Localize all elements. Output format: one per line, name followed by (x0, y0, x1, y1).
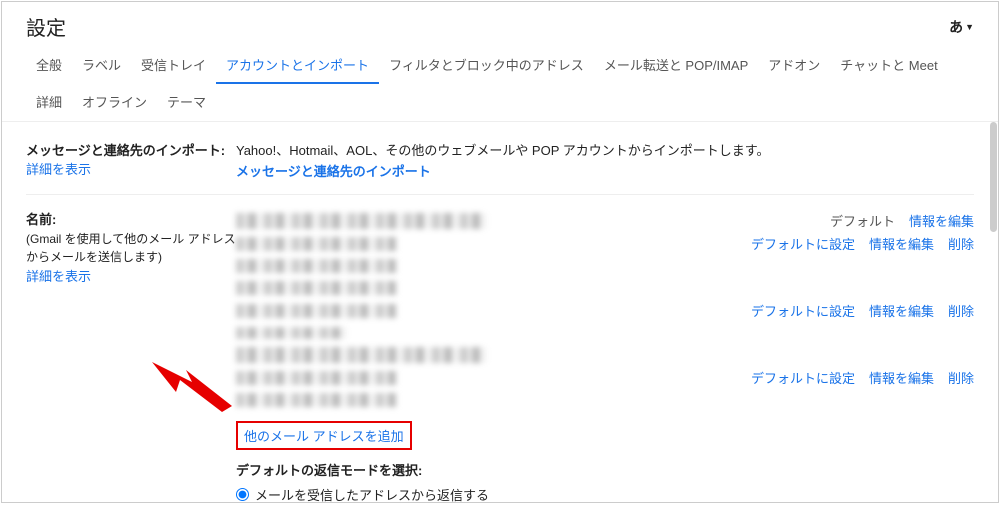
import-section-label: メッセージと連絡先のインポート: (26, 143, 225, 158)
redacted-address (236, 259, 396, 273)
edit-info-link[interactable]: 情報を編集 (869, 301, 934, 320)
reply-mode-option-1[interactable]: メールを受信したアドレスから返信する (236, 483, 974, 503)
add-address-link[interactable]: 他のメール アドレスを追加 (244, 429, 404, 444)
address-row (236, 255, 974, 277)
add-address-highlight: 他のメール アドレスを追加 (236, 421, 412, 450)
address-row (236, 344, 974, 366)
name-section-sub: (Gmail を使用して他のメール アドレスからメールを送信します) (26, 230, 236, 266)
tab-inbox[interactable]: 受信トレイ (131, 47, 216, 84)
redacted-address (236, 347, 486, 363)
reply-mode-radio-1[interactable] (236, 488, 249, 501)
scrollbar[interactable] (990, 122, 997, 232)
address-row (236, 389, 974, 411)
delete-link[interactable]: 削除 (948, 368, 974, 387)
set-default-link[interactable]: デフォルトに設定 (751, 234, 855, 253)
edit-info-link[interactable]: 情報を編集 (869, 234, 934, 253)
tab-chat-meet[interactable]: チャットと Meet (830, 47, 947, 84)
chevron-down-icon: ▼ (965, 22, 974, 32)
set-default-link[interactable]: デフォルトに設定 (751, 368, 855, 387)
settings-tabs: 全般 ラベル 受信トレイ アカウントとインポート フィルタとブロック中のアドレス… (2, 47, 998, 122)
redacted-address (236, 237, 396, 251)
tab-addons[interactable]: アドオン (758, 47, 830, 84)
language-label: あ (949, 17, 963, 37)
name-learn-more-link[interactable]: 詳細を表示 (26, 269, 91, 284)
import-learn-more-link[interactable]: 詳細を表示 (26, 162, 91, 177)
redacted-address (236, 371, 396, 385)
delete-link[interactable]: 削除 (948, 234, 974, 253)
import-description: Yahoo!、Hotmail、AOL、その他のウェブメールや POP アカウント… (236, 140, 974, 159)
address-row: デフォルトに設定 情報を編集 削除 (236, 299, 974, 322)
address-row: デフォルトに設定 情報を編集 削除 (236, 366, 974, 389)
set-default-link[interactable]: デフォルトに設定 (751, 301, 855, 320)
reply-mode-title: デフォルトの返信モードを選択: (236, 460, 974, 479)
redacted-address (236, 213, 486, 229)
address-row (236, 277, 974, 299)
address-row (236, 322, 974, 344)
language-selector[interactable]: あ ▼ (949, 17, 974, 37)
reply-mode-option-1-label: メールを受信したアドレスから返信する (255, 485, 489, 503)
tab-general[interactable]: 全般 (26, 47, 72, 84)
tab-themes[interactable]: テーマ (157, 84, 216, 121)
import-action-link[interactable]: メッセージと連絡先のインポート (236, 164, 431, 179)
tab-advanced[interactable]: 詳細 (26, 84, 72, 121)
redacted-address (236, 281, 396, 295)
address-row: デフォルト 情報を編集 (236, 209, 974, 232)
tab-forwarding-pop-imap[interactable]: メール転送と POP/IMAP (594, 47, 758, 84)
default-label: デフォルト (830, 211, 895, 230)
tab-labels[interactable]: ラベル (72, 47, 131, 84)
tab-filters[interactable]: フィルタとブロック中のアドレス (379, 47, 594, 84)
annotation-arrow-icon (152, 362, 232, 412)
name-section-label: 名前: (26, 212, 56, 227)
edit-info-link[interactable]: 情報を編集 (869, 368, 934, 387)
tab-accounts-import[interactable]: アカウントとインポート (216, 47, 379, 84)
delete-link[interactable]: 削除 (948, 301, 974, 320)
page-title: 設定 (26, 12, 66, 41)
redacted-address (236, 393, 396, 407)
redacted-address (236, 304, 396, 318)
redacted-address (236, 327, 346, 339)
address-row: デフォルトに設定 情報を編集 削除 (236, 232, 974, 255)
edit-info-link[interactable]: 情報を編集 (909, 211, 974, 230)
tab-offline[interactable]: オフライン (72, 84, 157, 121)
